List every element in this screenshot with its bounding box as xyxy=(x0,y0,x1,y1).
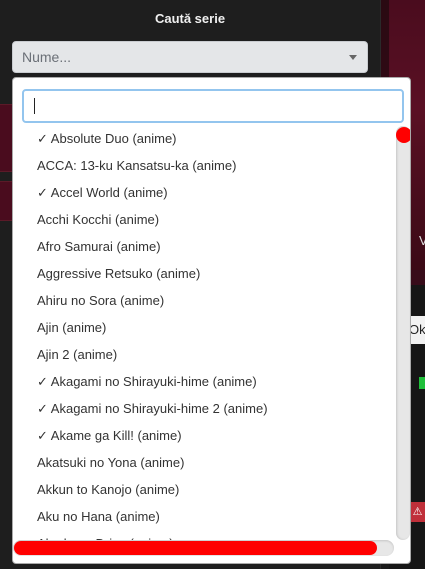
list-item[interactable]: Acchi Kocchi (anime) xyxy=(13,206,393,233)
list-item[interactable]: ✓ Accel World (anime) xyxy=(13,179,393,206)
dropdown-search-input[interactable] xyxy=(22,89,404,123)
list-item[interactable]: Afro Samurai (anime) xyxy=(13,233,393,260)
list-item[interactable]: Akkun to Kanojo (anime) xyxy=(13,476,393,503)
horizontal-scrollbar[interactable] xyxy=(13,540,394,556)
vertical-scrollbar[interactable] xyxy=(396,126,410,540)
series-list: ✓ Absolute Duo (anime) ACCA: 13-ku Kansa… xyxy=(13,125,393,541)
list-item[interactable]: ACCA: 13-ku Kansatsu-ka (anime) xyxy=(13,152,393,179)
caret-down-icon xyxy=(349,55,357,60)
background-green-indicator xyxy=(419,377,425,389)
list-item[interactable]: Akatsuki no Yona (anime) xyxy=(13,449,393,476)
list-item[interactable]: ✓ Akagami no Shirayuki-hime (anime) xyxy=(13,368,393,395)
list-item[interactable]: Ahiru no Sora (anime) xyxy=(13,287,393,314)
list-item[interactable]: Aggressive Retsuko (anime) xyxy=(13,260,393,287)
list-item[interactable]: Ajin (anime) xyxy=(13,314,393,341)
background-partial-text: V xyxy=(419,233,425,248)
select-placeholder: Nume... xyxy=(22,49,72,65)
list-item[interactable]: Ajin 2 (anime) xyxy=(13,341,393,368)
vertical-scrollbar-thumb[interactable] xyxy=(396,127,410,143)
list-item[interactable]: ✓ Akame ga Kill! (anime) xyxy=(13,422,393,449)
warning-icon: ⚠ xyxy=(410,502,425,522)
series-select[interactable]: Nume... xyxy=(12,41,368,73)
horizontal-scrollbar-thumb[interactable] xyxy=(14,541,377,555)
list-item[interactable]: ✓ Absolute Duo (anime) xyxy=(13,125,393,152)
list-item[interactable]: ✓ Akagami no Shirayuki-hime 2 (anime) xyxy=(13,395,393,422)
list-item[interactable]: Aku no Hana (anime) xyxy=(13,503,393,530)
text-cursor xyxy=(34,98,35,114)
panel-title: Caută serie xyxy=(154,11,226,26)
series-dropdown: ✓ Absolute Duo (anime) ACCA: 13-ku Kansa… xyxy=(12,77,411,564)
